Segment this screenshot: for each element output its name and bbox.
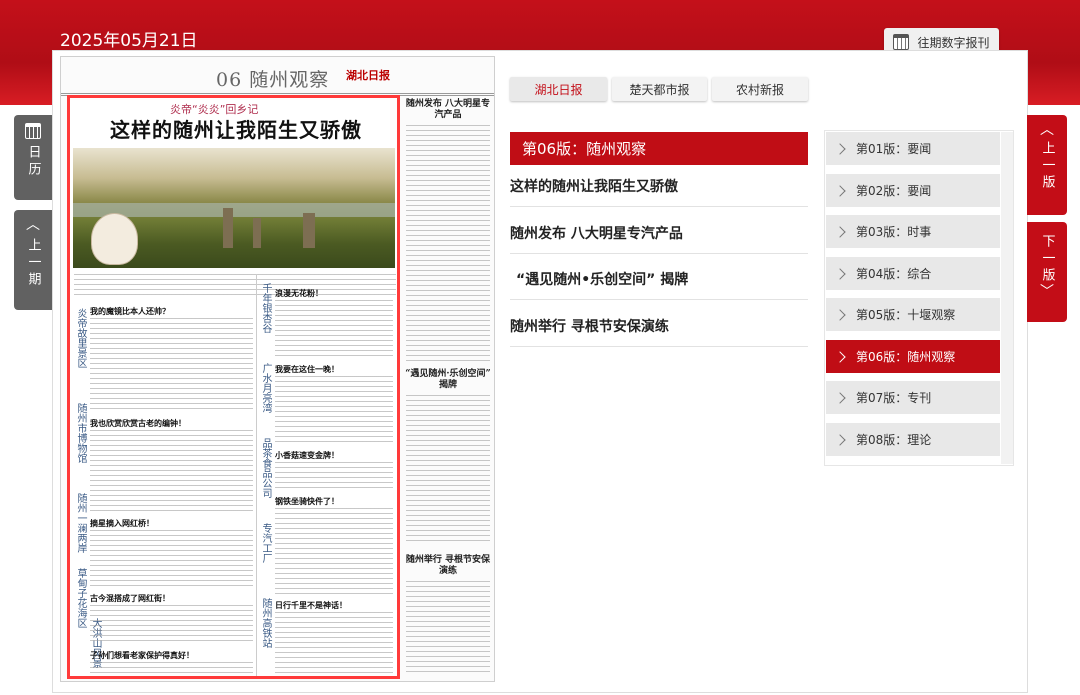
calendar-icon [893,34,910,50]
calendar-tab[interactable]: 日历 [14,115,52,200]
tab-chutian-metro[interactable]: 楚天都市报 [612,77,707,101]
sub-heading: 日行千里不是神话！ [275,601,347,610]
page-item-08[interactable]: 第08版：理论 [826,423,1000,456]
side-heading: 随州一澜两岸 [75,493,86,553]
page-item-label: 第01版：要闻 [856,142,932,156]
sub-heading: 摘星摘入网红桥！ [90,519,154,528]
paper-header: 06 随州观察 湖北日报 [61,57,494,96]
column-article-title[interactable]: 随州举行 寻根节安保演练 [404,555,492,577]
column-article-title[interactable]: 随州发布 八大明星专汽产品 [404,99,492,121]
chevron-right-icon [834,391,846,404]
side-heading: 千年银杏谷 [260,283,271,333]
side-heading: 草甸子花海 [75,568,86,618]
page-item-label: 第03版：时事 [856,225,932,239]
page-list-scrollbar[interactable] [1001,132,1013,464]
sub-heading: 小香菇速变金牌！ [275,451,339,460]
page-item-05[interactable]: 第05版：十堰观察 [826,298,1000,331]
sub-heading: 浪漫无花粉！ [275,289,323,298]
side-heading: 广水月亮湾 [260,363,271,413]
page-item-01[interactable]: 第01版：要闻 [826,132,1000,165]
issue-date: 2025年05月21日 [60,31,198,51]
column-article-title[interactable]: “遇见随州·乐创空间” 揭牌 [404,369,492,391]
page-item-label: 第05版：十堰观察 [856,308,956,322]
chevron-right-icon [834,308,846,321]
side-heading: 炎帝故里景区 [75,308,86,368]
page-item-07[interactable]: 第07版：专刊 [826,381,1000,414]
prev-page-tab[interactable]: ︿ 上一版 [1027,115,1067,215]
prev-page-label: 上一版 [1039,141,1055,192]
side-heading: 专汽工厂 [260,523,271,563]
article-link[interactable]: 这样的随州让我陌生又骄傲 [510,176,808,207]
sub-heading: 我要在这住一晚！ [275,365,339,374]
sub-heading: 我也欣赏欣赏古老的编钟！ [90,419,186,428]
chevron-up-icon: ︿ [26,217,40,233]
sub-heading: 子孙们想看老家保护得真好！ [90,651,194,660]
chevron-up-icon: ︿ [1040,122,1054,138]
chevron-right-icon [834,225,846,238]
next-page-tab[interactable]: 下一版 ﹀ [1027,222,1067,322]
page-heading: 06 随州观察 [216,69,330,91]
sub-heading: 古今混搭成了网红街！ [90,594,170,603]
paper-logo: 湖北日报 [346,69,390,82]
calendar-tab-label: 日历 [25,145,41,179]
prev-period-label: 上一期 [25,238,41,289]
page-item-04[interactable]: 第04版：综合 [826,257,1000,290]
prev-period-tab[interactable]: ︿ 上一期 [14,210,52,310]
page-item-label: 第07版：专刊 [856,391,932,405]
article-title: 这样的随州让我陌生又骄傲 [110,118,362,142]
chevron-right-icon [834,184,846,197]
chevron-right-icon [834,433,846,446]
chevron-right-icon [834,350,846,363]
page-item-label: 第02版：要闻 [856,184,932,198]
highlighted-article[interactable]: 炎帝“炎炎”回乡记 这样的随州让我陌生又骄傲 炎帝故里景区 随州市博物馆 随州一… [67,95,400,679]
archive-label: 往期数字报刊 [917,35,990,50]
side-heading: 随州市博物馆 [75,403,86,463]
calendar-icon [25,123,41,139]
chevron-right-icon [834,142,846,155]
sub-heading: 钢铁坐骑快件了！ [275,497,339,506]
article-link[interactable]: “遇见随州•乐创空间” 揭牌 [510,269,808,300]
edition-title: 第06版：随州观察 [510,132,808,165]
next-page-label: 下一版 [1039,234,1055,285]
page-item-label: 第06版：随州观察 [856,350,956,364]
page-item-label: 第08版：理论 [856,433,932,447]
sub-heading: 我的魔镜比本人还帅？ [90,307,170,316]
tab-rural-news[interactable]: 农村新报 [712,77,808,101]
side-heading: 品茶食品公司 [260,438,271,498]
article-link[interactable]: 随州举行 寻根节安保演练 [510,316,808,347]
page-item-label: 第04版：综合 [856,267,932,281]
chevron-right-icon [834,267,846,280]
page-item-02[interactable]: 第02版：要闻 [826,174,1000,207]
side-heading: 随州高铁站 [260,598,271,648]
tab-hubei-daily[interactable]: 湖北日报 [510,77,607,101]
article-link[interactable]: 随州发布 八大明星专汽产品 [510,223,808,254]
page-item-06[interactable]: 第06版：随州观察 [826,340,1000,373]
mascot-image [91,213,138,265]
newspaper-page[interactable]: 06 随州观察 湖北日报 炎帝“炎炎”回乡记 这样的随州让我陌生又骄傲 炎帝故里… [60,56,495,682]
chevron-down-icon: ﹀ [1040,284,1054,300]
article-photo [73,148,395,268]
page-item-03[interactable]: 第03版：时事 [826,215,1000,248]
